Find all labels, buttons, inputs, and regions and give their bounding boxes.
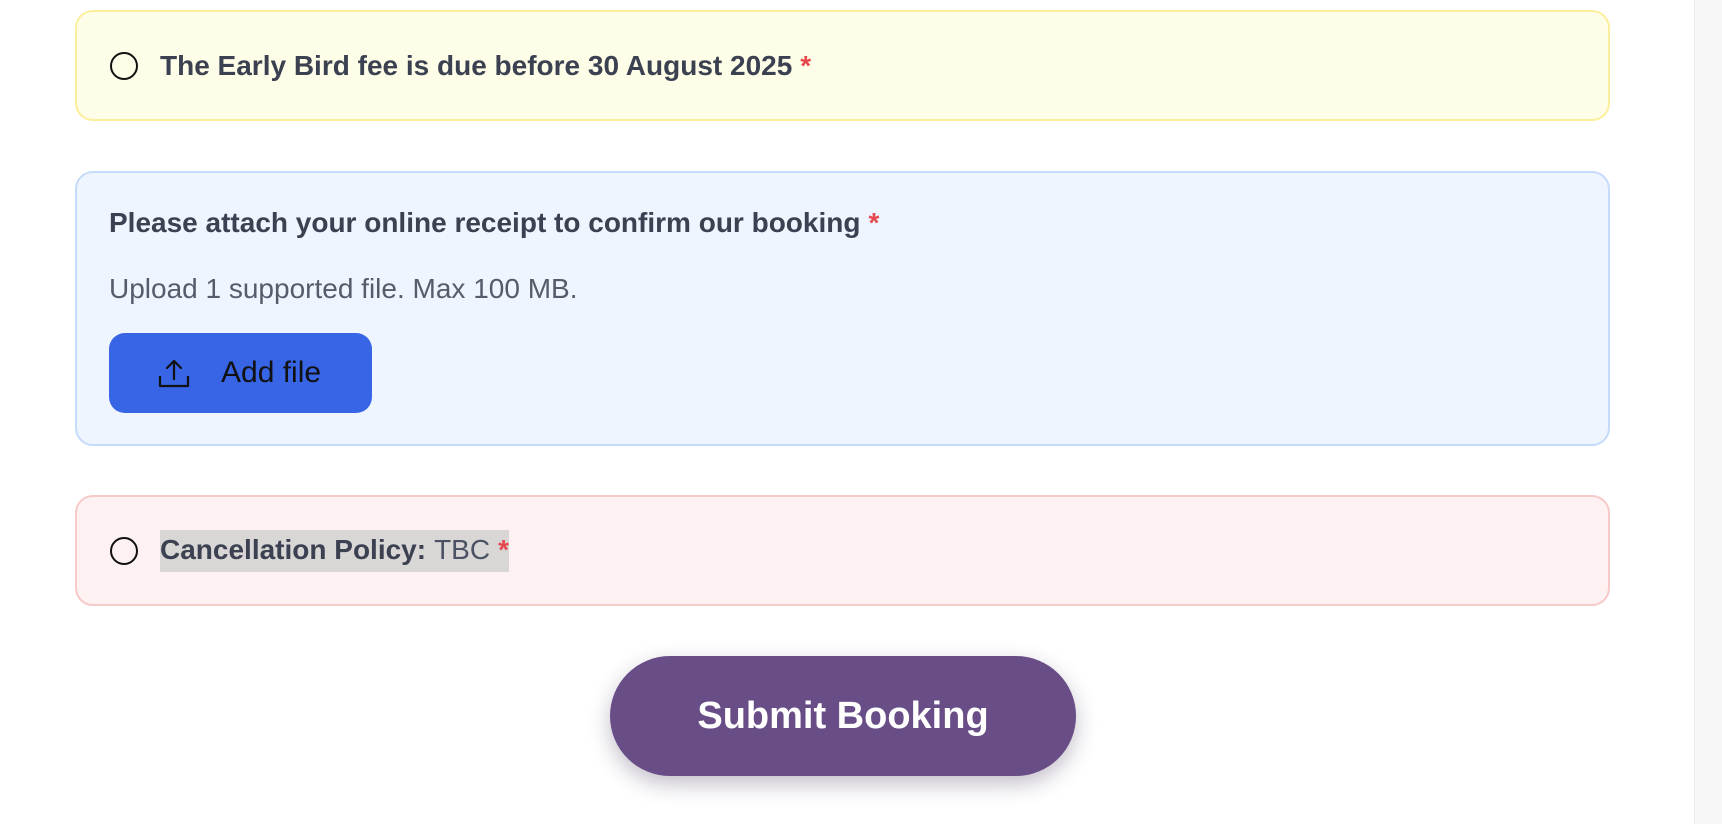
early-bird-label: The Early Bird fee is due before 30 Augu… — [160, 49, 793, 81]
cancellation-policy-heading: Cancellation Policy: — [160, 533, 427, 565]
early-bird-row[interactable]: The Early Bird fee is due before 30 Augu… — [110, 12, 811, 119]
cancellation-label: Cancellation Policy: TBC * — [160, 529, 509, 572]
cancellation-radio[interactable] — [110, 536, 138, 565]
submit-booking-button[interactable]: Submit Booking — [610, 656, 1076, 776]
early-bird-radio[interactable] — [110, 51, 138, 80]
required-marker: * — [800, 49, 812, 81]
upload-icon — [157, 356, 191, 390]
receipt-upload-card: Please attach your online receipt to con… — [75, 171, 1610, 446]
cancellation-policy-value: TBC — [434, 533, 491, 565]
upload-hint: Upload 1 supported file. Max 100 MB. — [109, 273, 578, 304]
scrollbar-track[interactable] — [1694, 0, 1722, 824]
add-file-label: Add file — [221, 356, 322, 389]
upload-title-text: Please attach your online receipt to con… — [109, 207, 861, 238]
cancellation-card: Cancellation Policy: TBC * — [75, 495, 1610, 606]
required-marker: * — [868, 207, 880, 238]
early-bird-card: The Early Bird fee is due before 30 Augu… — [75, 10, 1610, 121]
add-file-button[interactable]: Add file — [109, 333, 372, 413]
required-marker: * — [498, 533, 509, 565]
upload-title: Please attach your online receipt to con… — [109, 207, 879, 239]
booking-form-page: The Early Bird fee is due before 30 Augu… — [0, 0, 1722, 824]
cancellation-row[interactable]: Cancellation Policy: TBC * — [110, 497, 509, 604]
